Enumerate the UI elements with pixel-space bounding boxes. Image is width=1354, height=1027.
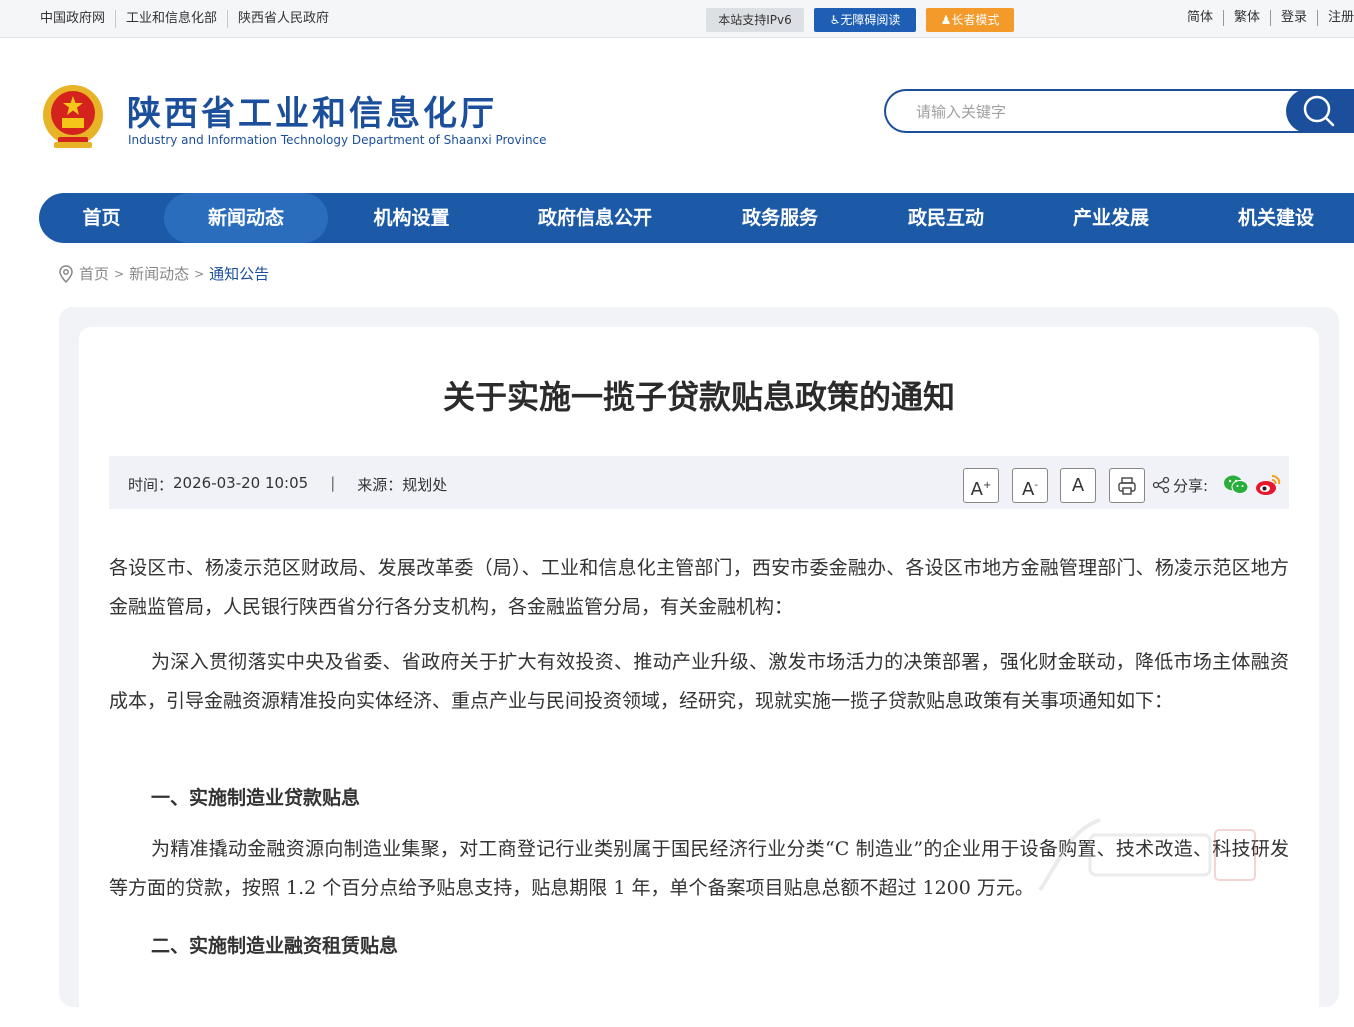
time-label: 时间： (128, 476, 174, 494)
ipv6-badge: 本站支持IPv6 (706, 8, 804, 32)
source-value: 规划处 (402, 476, 448, 494)
font-increase-label: A (970, 479, 983, 500)
site-subtitle: Industry and Information Technology Depa… (128, 133, 547, 147)
font-decrease-button[interactable]: A- (1012, 468, 1048, 503)
national-emblem-logo (43, 85, 103, 148)
top-right-links: 简体 繁体 登录 注册 (1177, 10, 1354, 26)
elder-icon: ♟ (940, 13, 952, 27)
gov-links: 中国政府网 工业和信息化部 陕西省人民政府 (30, 10, 339, 28)
nav-item-news[interactable]: 新闻动态 (164, 193, 328, 243)
nav-item-gov-info[interactable]: 政府信息公开 (495, 193, 695, 243)
meta-divider: | (330, 474, 336, 492)
font-default-label: A (1071, 475, 1085, 496)
article-title: 关于实施一揽子贷款贴息政策的通知 (442, 378, 955, 416)
wechat-icon[interactable] (1223, 474, 1249, 496)
elder-label: 长者模式 (951, 13, 1000, 27)
traditional-link[interactable]: 繁体 (1224, 10, 1271, 26)
site-title: 陕西省工业和信息化厅 (127, 94, 497, 134)
breadcrumb-news[interactable]: 新闻动态 (129, 263, 189, 284)
share-icon (1152, 476, 1170, 494)
font-default-button[interactable]: A (1060, 468, 1096, 503)
share-label: 分享: (1173, 477, 1209, 495)
breadcrumb-sep: > (194, 266, 205, 281)
weibo-icon[interactable] (1255, 473, 1281, 497)
accessibility-icon: ♿ (829, 13, 841, 27)
register-link[interactable]: 注册 (1318, 10, 1354, 26)
breadcrumb-sep: > (114, 266, 125, 281)
accessible-label: 无障碍阅读 (840, 13, 901, 27)
font-increase-button[interactable]: A+ (963, 468, 999, 503)
nav-item-interaction[interactable]: 政民互动 (865, 193, 1027, 243)
main-nav: 首页 新闻动态 机构设置 政府信息公开 政务服务 政民互动 产业发展 机关建设 (39, 193, 1354, 243)
article-meta-bar: 时间： 2026-03-20 10:05 | 来源： 规划处 A+ A- A 分… (109, 456, 1289, 509)
article-para-recipients: 各设区市、杨凌示范区财政局、发展改革委（局）、工业和信息化主管部门，西安市委金融… (109, 557, 1289, 618)
font-decrease-label: A (1022, 479, 1035, 500)
nav-item-home[interactable]: 首页 (39, 193, 164, 243)
link-gov[interactable]: 中国政府网 (30, 10, 117, 28)
nav-item-industry[interactable]: 产业发展 (1027, 193, 1195, 243)
section-heading-1: 一、实施制造业贷款贴息 (151, 787, 361, 809)
login-link[interactable]: 登录 (1271, 10, 1318, 26)
watermark-graphic (1038, 818, 1256, 892)
nav-item-services[interactable]: 政务服务 (695, 193, 865, 243)
link-miit[interactable]: 工业和信息化部 (116, 10, 229, 28)
search-button[interactable] (1286, 89, 1354, 133)
search-box (884, 89, 1354, 133)
nav-item-org[interactable]: 机构设置 (328, 193, 495, 243)
printer-icon (1118, 477, 1136, 495)
section-heading-2: 二、实施制造业融资租赁贴息 (151, 935, 399, 957)
search-icon (1303, 95, 1335, 127)
source-label: 来源： (357, 476, 403, 494)
breadcrumb-home[interactable]: 首页 (79, 263, 109, 284)
link-shaanxi[interactable]: 陕西省人民政府 (228, 10, 339, 28)
article-meta: 时间： 2026-03-20 10:05 | 来源： 规划处 (128, 474, 447, 495)
publish-time: 2026-03-20 10:05 (173, 474, 309, 492)
search-input[interactable] (916, 101, 1276, 123)
article-para-intro: 为深入贯彻落实中央及省委、省政府关于扩大有效投资、推动产业升级、激发市场活力的决… (109, 651, 1289, 712)
breadcrumb: 首页 > 新闻动态 > 通知公告 (58, 263, 269, 284)
print-button[interactable] (1109, 468, 1145, 503)
accessible-reading-button[interactable]: ♿无障碍阅读 (814, 8, 916, 32)
elder-mode-button[interactable]: ♟长者模式 (926, 8, 1014, 32)
nav-item-party[interactable]: 机关建设 (1195, 193, 1354, 243)
location-pin-icon (59, 264, 73, 283)
simplified-link[interactable]: 简体 (1177, 10, 1224, 26)
breadcrumb-current[interactable]: 通知公告 (209, 263, 269, 284)
top-bar: 中国政府网 工业和信息化部 陕西省人民政府 本站支持IPv6 ♿无障碍阅读 ♟长… (0, 0, 1354, 38)
